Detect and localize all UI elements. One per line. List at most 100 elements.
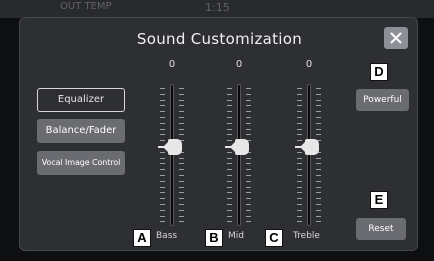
treble-value: 0 — [305, 59, 313, 70]
tick-mark — [179, 157, 184, 159]
tick-mark — [160, 88, 165, 89]
tick-mark — [160, 175, 165, 176]
tick-mark — [297, 122, 302, 124]
tick-mark — [179, 204, 184, 205]
tick-mark — [160, 122, 165, 124]
tick-mark — [227, 209, 232, 211]
callout-a: A — [133, 229, 151, 247]
vocal-image-control-button[interactable]: Vocal Image Control — [37, 151, 125, 175]
tick-mark — [160, 209, 165, 211]
tick-mark — [297, 128, 302, 130]
tick-mark — [227, 215, 232, 217]
tick-mark — [179, 186, 184, 188]
tick-mark — [246, 93, 251, 95]
slider-knob[interactable] — [305, 139, 319, 155]
tick-mark — [160, 192, 165, 194]
bass-slider[interactable] — [155, 84, 189, 226]
tick-mark — [160, 134, 165, 136]
tick-mark — [297, 157, 302, 159]
tick-mark — [160, 117, 165, 118]
tick-mark — [160, 186, 165, 188]
tick-mark — [246, 192, 251, 194]
tick-mark — [297, 180, 302, 182]
tick-mark — [316, 169, 321, 171]
tick-mark — [227, 221, 232, 223]
tick-mark — [160, 215, 165, 217]
tick-mark — [246, 105, 251, 107]
powerful-button[interactable]: Powerful — [356, 89, 409, 111]
tick-mark — [179, 122, 184, 124]
tick-mark — [179, 198, 184, 200]
tick-mark — [297, 111, 302, 113]
tick-mark — [227, 186, 232, 188]
tick-mark — [227, 122, 232, 124]
tick-mark — [246, 163, 251, 165]
tick-mark — [246, 128, 251, 130]
tick-mark — [316, 105, 321, 107]
treble-slider[interactable] — [292, 84, 326, 226]
tick-mark — [316, 128, 321, 130]
tick-mark — [246, 117, 251, 118]
tick-mark — [179, 192, 184, 194]
tick-mark — [316, 198, 321, 200]
tick-mark — [297, 99, 302, 101]
tick-mark — [179, 99, 184, 101]
tick-mark — [179, 134, 184, 136]
tick-mark — [316, 99, 321, 101]
balance-fader-button[interactable]: Balance/Fader — [37, 119, 125, 143]
tick-mark — [246, 122, 251, 124]
screen: OUT TEMP 1:15 Sound Customization Equali… — [0, 0, 434, 261]
tick-mark — [160, 128, 165, 130]
tick-mark — [297, 117, 302, 118]
close-button[interactable] — [384, 27, 408, 49]
tick-mark — [316, 175, 321, 176]
tick-mark — [246, 186, 251, 188]
tick-mark — [246, 204, 251, 205]
tick-mark — [227, 180, 232, 182]
tick-mark — [179, 105, 184, 107]
tick-mark — [179, 93, 184, 95]
tick-mark — [179, 209, 184, 211]
mid-slider[interactable] — [222, 84, 256, 226]
tick-mark — [316, 88, 321, 89]
callout-b: B — [205, 229, 223, 247]
slider-track — [237, 84, 241, 226]
tick-mark — [246, 99, 251, 101]
tick-mark — [297, 134, 302, 136]
slider-knob[interactable] — [235, 139, 249, 155]
tick-mark — [227, 105, 232, 107]
tick-mark — [297, 169, 302, 171]
tick-mark — [227, 175, 232, 176]
tick-mark — [246, 180, 251, 182]
tick-mark — [160, 111, 165, 113]
tick-mark — [316, 221, 321, 223]
tick-mark — [246, 134, 251, 136]
sound-customization-dialog: Sound Customization Equalizer Balance/Fa… — [19, 17, 418, 251]
tick-mark — [297, 93, 302, 95]
equalizer-button[interactable]: Equalizer — [37, 88, 125, 112]
tick-mark — [179, 215, 184, 217]
tick-mark — [316, 186, 321, 188]
tick-mark — [179, 128, 184, 130]
tick-mark — [179, 111, 184, 113]
tick-mark — [297, 209, 302, 211]
tick-mark — [316, 93, 321, 95]
tick-mark — [316, 215, 321, 217]
tick-mark — [246, 215, 251, 217]
tick-mark — [246, 157, 251, 159]
tick-mark — [297, 105, 302, 107]
tick-mark — [160, 180, 165, 182]
tick-mark — [160, 99, 165, 101]
tick-mark — [316, 209, 321, 211]
tick-mark — [246, 175, 251, 176]
tick-mark — [316, 122, 321, 124]
tick-mark — [316, 163, 321, 165]
slider-track — [170, 84, 174, 226]
tick-mark — [227, 99, 232, 101]
slider-knob[interactable] — [168, 139, 182, 155]
tick-mark — [297, 192, 302, 194]
callout-d: D — [370, 63, 388, 81]
reset-button[interactable]: Reset — [356, 218, 406, 240]
tick-mark — [297, 163, 302, 165]
tick-mark — [227, 169, 232, 171]
